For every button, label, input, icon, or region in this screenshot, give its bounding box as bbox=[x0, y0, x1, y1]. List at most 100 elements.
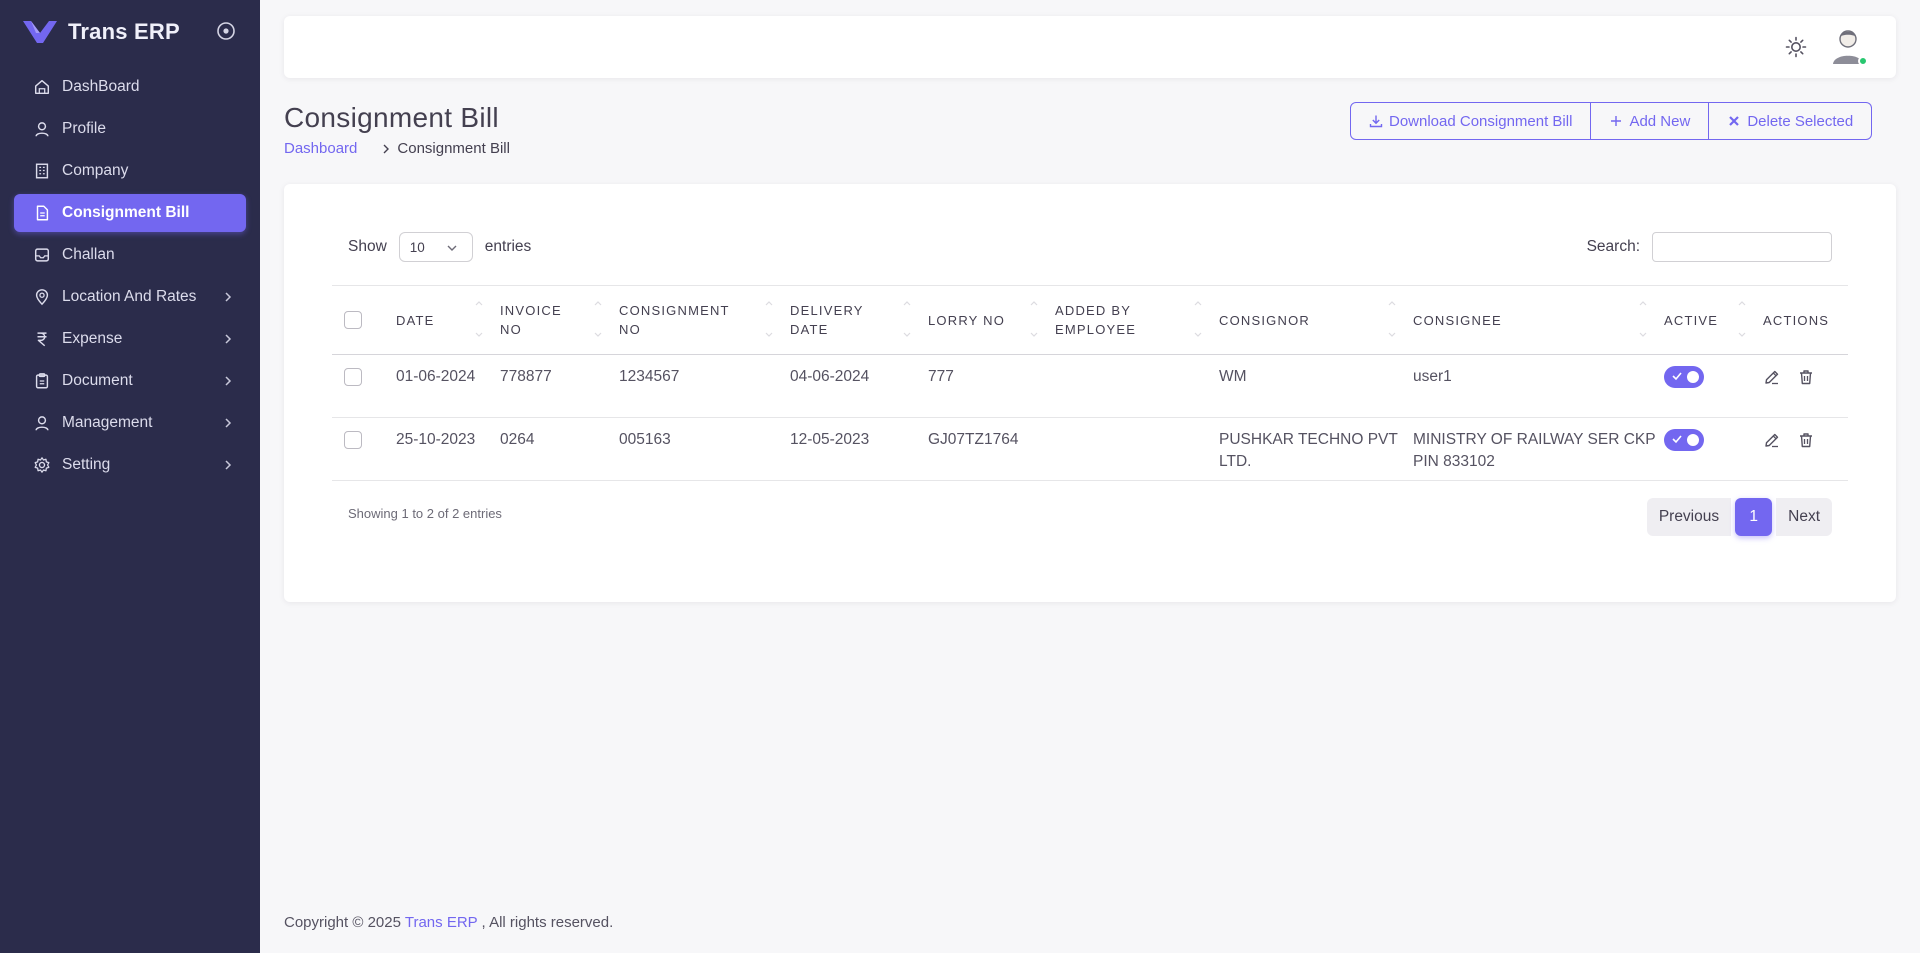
column-header-date[interactable]: Date bbox=[388, 286, 492, 355]
edit-icon[interactable] bbox=[1763, 431, 1781, 449]
sort-icon bbox=[1738, 301, 1746, 337]
sidebar-item-document[interactable]: Document bbox=[14, 362, 246, 400]
cell-delivery-date: 12-05-2023 bbox=[790, 431, 870, 448]
breadcrumb-current: Consignment Bill bbox=[397, 140, 510, 157]
pagination: Previous 1 Next bbox=[1646, 498, 1832, 536]
delete-selected-button[interactable]: Delete Selected bbox=[1709, 102, 1873, 140]
cell-consignee: user1 bbox=[1413, 368, 1452, 385]
document-icon bbox=[32, 371, 52, 391]
table-row: 01-06-2024 778877 1234567 04-06-2024 777… bbox=[332, 355, 1848, 418]
trash-icon[interactable] bbox=[1797, 368, 1815, 386]
search-control: Search: bbox=[1587, 232, 1832, 262]
footer-brand-link[interactable]: Trans ERP bbox=[405, 914, 478, 931]
brand[interactable]: Trans ERP bbox=[22, 14, 180, 50]
row-checkbox[interactable] bbox=[344, 368, 362, 386]
breadcrumb: Dashboard Consignment Bill bbox=[284, 140, 510, 157]
table-row: 25-10-2023 0264 005163 12-05-2023 GJ07TZ… bbox=[332, 418, 1848, 481]
check-icon bbox=[1672, 435, 1682, 444]
column-header-invoice-no[interactable]: Invoice No bbox=[492, 286, 611, 355]
page-actions: Download Consignment Bill Add New Delete… bbox=[1350, 102, 1873, 140]
download-icon bbox=[1369, 115, 1383, 128]
cell-invoice-no: 778877 bbox=[500, 368, 552, 385]
breadcrumb-dashboard-link[interactable]: Dashboard bbox=[284, 140, 357, 157]
cell-consignor: WM bbox=[1219, 368, 1247, 385]
page-title: Consignment Bill bbox=[284, 102, 499, 133]
sidebar-item-consignment-bill[interactable]: Consignment Bill bbox=[14, 194, 246, 232]
active-toggle[interactable] bbox=[1664, 429, 1704, 451]
search-label: Search: bbox=[1586, 238, 1640, 255]
sort-icon bbox=[903, 301, 911, 337]
sidebar-item-label: Profile bbox=[62, 120, 106, 137]
collapse-sidebar-icon[interactable] bbox=[216, 21, 236, 41]
cell-actions bbox=[1755, 355, 1848, 418]
cell-consignor: PUSHKAR TECHNO PVT LTD. bbox=[1219, 431, 1398, 470]
sidebar-item-company[interactable]: Company bbox=[14, 152, 246, 190]
page-length-control: Show 10 entries bbox=[348, 232, 531, 262]
online-status-dot bbox=[1858, 56, 1868, 66]
home-icon bbox=[32, 77, 52, 97]
column-header-consignee[interactable]: Consignee bbox=[1405, 286, 1656, 355]
chevron-down-icon bbox=[447, 245, 457, 251]
column-header-consignment-no[interactable]: Consignment No bbox=[611, 286, 782, 355]
sidebar-item-profile[interactable]: Profile bbox=[14, 110, 246, 148]
table-header-row: Date Invoice No Consignment No Delivery … bbox=[332, 285, 1848, 355]
sort-icon bbox=[1194, 301, 1202, 337]
check-icon bbox=[1672, 372, 1682, 381]
footer-rights: , All rights reserved. bbox=[477, 914, 614, 931]
row-select-cell bbox=[332, 355, 388, 418]
column-header-delivery-date[interactable]: Delivery Date bbox=[782, 286, 920, 355]
sidebar: Trans ERP DashBoard Profile Company Cons… bbox=[0, 0, 260, 953]
sidebar-item-label: Expense bbox=[62, 330, 123, 347]
search-input[interactable] bbox=[1652, 232, 1832, 262]
page-length-value: 10 bbox=[409, 239, 425, 255]
footer: Copyright © 2025 Trans ERP , All rights … bbox=[284, 914, 613, 931]
chevron-right-icon bbox=[225, 418, 232, 428]
cell-active bbox=[1656, 418, 1755, 481]
cell-consignee: MINISTRY OF RAILWAY SER CKP PIN 833102 bbox=[1413, 431, 1656, 470]
consignment-table-card: Show 10 entries Search: Date Invoice No … bbox=[284, 184, 1896, 602]
sidebar-item-location-and-rates[interactable]: Location And Rates bbox=[14, 278, 246, 316]
pagination-page-1[interactable]: 1 bbox=[1735, 498, 1773, 536]
select-all-cell bbox=[332, 286, 388, 355]
pagination-previous[interactable]: Previous bbox=[1646, 498, 1732, 536]
column-header-active[interactable]: Active bbox=[1656, 286, 1755, 355]
sidebar-item-dashboard[interactable]: DashBoard bbox=[14, 68, 246, 106]
column-header-lorry-no[interactable]: Lorry No bbox=[920, 286, 1047, 355]
select-all-checkbox[interactable] bbox=[344, 310, 362, 329]
brand-name: Trans ERP bbox=[68, 19, 180, 44]
sidebar-item-expense[interactable]: Expense bbox=[14, 320, 246, 358]
sidebar-item-label: Document bbox=[62, 372, 133, 389]
add-new-button[interactable]: Add New bbox=[1591, 102, 1710, 140]
sidebar-item-setting[interactable]: Setting bbox=[14, 446, 246, 484]
sidebar-item-management[interactable]: Management bbox=[14, 404, 246, 442]
chevron-right-icon bbox=[225, 292, 232, 302]
sidebar-item-label: Challan bbox=[62, 246, 115, 263]
map-pin-icon bbox=[32, 287, 52, 307]
cell-date: 25-10-2023 bbox=[396, 431, 476, 448]
entries-label: entries bbox=[484, 238, 532, 255]
table-info: Showing 1 to 2 of 2 entries bbox=[348, 506, 502, 521]
cell-invoice-no: 0264 bbox=[500, 431, 535, 448]
sun-icon[interactable] bbox=[1784, 35, 1808, 59]
sidebar-item-label: Company bbox=[62, 162, 129, 179]
row-checkbox[interactable] bbox=[344, 431, 362, 449]
edit-icon[interactable] bbox=[1763, 368, 1781, 386]
chevron-right-icon bbox=[225, 334, 232, 344]
file-icon bbox=[32, 203, 52, 223]
sidebar-item-label: Setting bbox=[62, 456, 111, 473]
trash-icon[interactable] bbox=[1797, 431, 1815, 449]
sort-icon bbox=[475, 301, 483, 337]
column-header-added-by-employee[interactable]: Added By Employee bbox=[1047, 286, 1211, 355]
active-toggle[interactable] bbox=[1664, 366, 1704, 388]
consignment-table: Date Invoice No Consignment No Delivery … bbox=[332, 285, 1848, 481]
building-icon bbox=[32, 161, 52, 181]
sort-icon bbox=[1388, 301, 1396, 337]
sidebar-item-challan[interactable]: Challan bbox=[14, 236, 246, 274]
download-consignment-bill-button[interactable]: Download Consignment Bill bbox=[1350, 102, 1592, 140]
add-new-button-label: Add New bbox=[1629, 112, 1691, 130]
delete-selected-button-label: Delete Selected bbox=[1747, 112, 1854, 130]
user-icon bbox=[32, 413, 52, 433]
page-length-select[interactable]: 10 bbox=[398, 232, 473, 262]
column-header-consignor[interactable]: Consignor bbox=[1211, 286, 1405, 355]
pagination-next[interactable]: Next bbox=[1776, 498, 1832, 536]
